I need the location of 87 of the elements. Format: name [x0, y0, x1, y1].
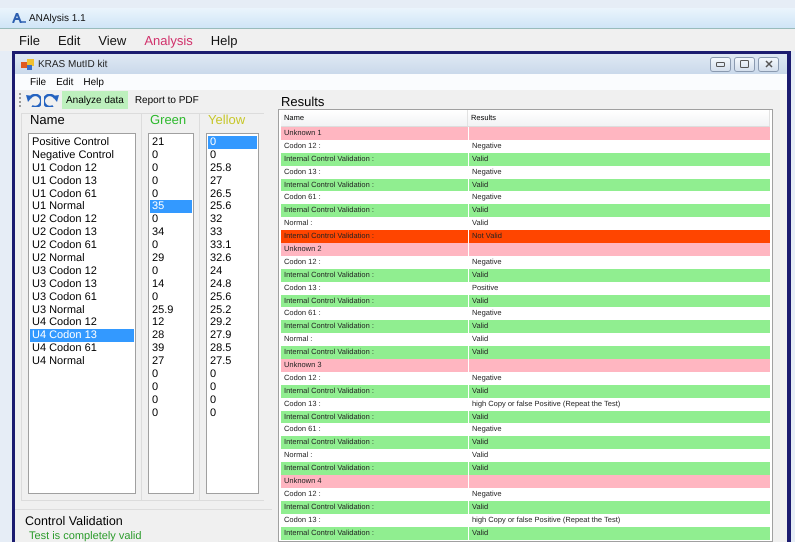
- list-item[interactable]: U4 Codon 61: [30, 342, 134, 356]
- list-item[interactable]: U2 Codon 12: [30, 213, 134, 226]
- menu-item[interactable]: File: [25, 76, 52, 88]
- toolbar-button[interactable]: Report to PDF: [130, 91, 203, 109]
- list-item[interactable]: 28.5: [208, 342, 257, 356]
- list-item[interactable]: 0: [150, 290, 192, 304]
- list-item[interactable]: 0: [208, 148, 257, 162]
- app-title: ANAlysis 1.1: [29, 12, 86, 24]
- list-item[interactable]: 25.9: [150, 304, 192, 316]
- list-item[interactable]: 0: [150, 406, 192, 420]
- list-item[interactable]: U3 Codon 13: [30, 278, 134, 291]
- list-item[interactable]: 25.6: [208, 200, 257, 214]
- app-logo-icon: [12, 13, 26, 23]
- maximize-button[interactable]: [734, 56, 755, 72]
- list-item[interactable]: U3 Codon 61: [30, 290, 134, 304]
- list-item[interactable]: U1 Codon 12: [30, 162, 134, 175]
- maximize-icon: [740, 60, 749, 68]
- list-item[interactable]: 0: [208, 406, 257, 420]
- list-item[interactable]: 0: [150, 394, 192, 407]
- menu-item[interactable]: Help: [78, 76, 109, 88]
- list-item[interactable]: 28: [150, 329, 192, 342]
- list-item[interactable]: 0: [150, 188, 192, 200]
- list-item[interactable]: 0: [208, 368, 257, 381]
- list-item[interactable]: 0: [150, 264, 192, 278]
- close-icon: [764, 60, 772, 68]
- list-item[interactable]: 25.2: [208, 304, 257, 316]
- close-button[interactable]: [758, 56, 779, 72]
- list-item[interactable]: U2 Codon 61: [30, 239, 134, 252]
- menu-item[interactable]: Edit: [51, 76, 78, 88]
- list-item[interactable]: U4 Normal: [30, 355, 134, 368]
- list-item[interactable]: 0: [150, 148, 192, 162]
- section-title: Control Validation: [25, 514, 124, 528]
- list-item[interactable]: 27.5: [208, 355, 257, 368]
- list-item[interactable]: U1 Codon 61: [30, 188, 134, 200]
- list-item[interactable]: 27: [150, 355, 192, 368]
- list-item[interactable]: U4 Codon 12: [30, 316, 134, 330]
- undo-icon[interactable]: [26, 94, 41, 106]
- minimize-button[interactable]: [710, 56, 731, 72]
- list-item[interactable]: 0: [150, 213, 192, 226]
- list-item[interactable]: 39: [150, 342, 192, 356]
- minimize-icon: [716, 62, 725, 66]
- list-item[interactable]: 0: [150, 174, 192, 188]
- redo-icon[interactable]: [44, 94, 59, 106]
- list-item[interactable]: U3 Normal: [30, 304, 134, 316]
- list-item[interactable]: 0: [150, 162, 192, 175]
- list-item[interactable]: 27: [208, 174, 257, 188]
- list-item[interactable]: 26.5: [208, 188, 257, 200]
- list-item[interactable]: 33: [208, 226, 257, 240]
- menu-item[interactable]: Analysis: [135, 32, 202, 48]
- list-item[interactable]: Negative Control: [30, 148, 134, 162]
- list-item[interactable]: 0: [150, 368, 192, 381]
- list-item[interactable]: 34: [150, 226, 192, 240]
- list-item[interactable]: 12: [150, 316, 192, 330]
- menu-item[interactable]: Edit: [48, 32, 90, 48]
- list-item[interactable]: 33.1: [208, 239, 257, 252]
- list-item[interactable]: U2 Normal: [30, 252, 134, 265]
- list-item[interactable]: 29.2: [208, 316, 257, 330]
- column-heading: Yellow: [207, 112, 246, 129]
- list-item[interactable]: 32: [208, 213, 257, 226]
- list-item[interactable]: 27.9: [208, 329, 257, 342]
- list-item[interactable]: 0: [150, 239, 192, 252]
- menu-item[interactable]: View: [89, 32, 136, 48]
- list-item[interactable]: 32.6: [208, 252, 257, 265]
- list-item[interactable]: 0: [208, 380, 257, 394]
- list-item[interactable]: 0: [150, 380, 192, 394]
- list-item[interactable]: 29: [150, 252, 192, 265]
- list-item[interactable]: 24.8: [208, 278, 257, 291]
- list-item[interactable]: 14: [150, 278, 192, 291]
- window-title: KRAS MutID kit: [38, 58, 108, 70]
- list-item[interactable]: 0: [208, 394, 257, 407]
- list-item[interactable]: 25.8: [208, 162, 257, 175]
- app-window-icon: [21, 58, 34, 70]
- list-item[interactable]: 24: [208, 264, 257, 278]
- list-item[interactable]: 25.6: [208, 290, 257, 304]
- list-item[interactable]: 21: [150, 136, 192, 149]
- list-item[interactable]: U3 Codon 12: [30, 264, 134, 278]
- validation-message: Test is completely valid: [28, 530, 142, 542]
- menu-item[interactable]: Help: [202, 32, 246, 48]
- section-title: Results: [280, 94, 326, 107]
- list-item[interactable]: Positive Control: [30, 136, 134, 149]
- list-item[interactable]: U1 Codon 13: [30, 174, 134, 188]
- toolbar-button[interactable]: Analyze data: [62, 91, 128, 109]
- list-item[interactable]: U1 Normal: [30, 200, 134, 214]
- column-heading: Green: [149, 112, 188, 129]
- column-heading: Name: [29, 112, 66, 129]
- menu-item[interactable]: File: [10, 32, 49, 48]
- list-item[interactable]: U2 Codon 13: [30, 226, 134, 240]
